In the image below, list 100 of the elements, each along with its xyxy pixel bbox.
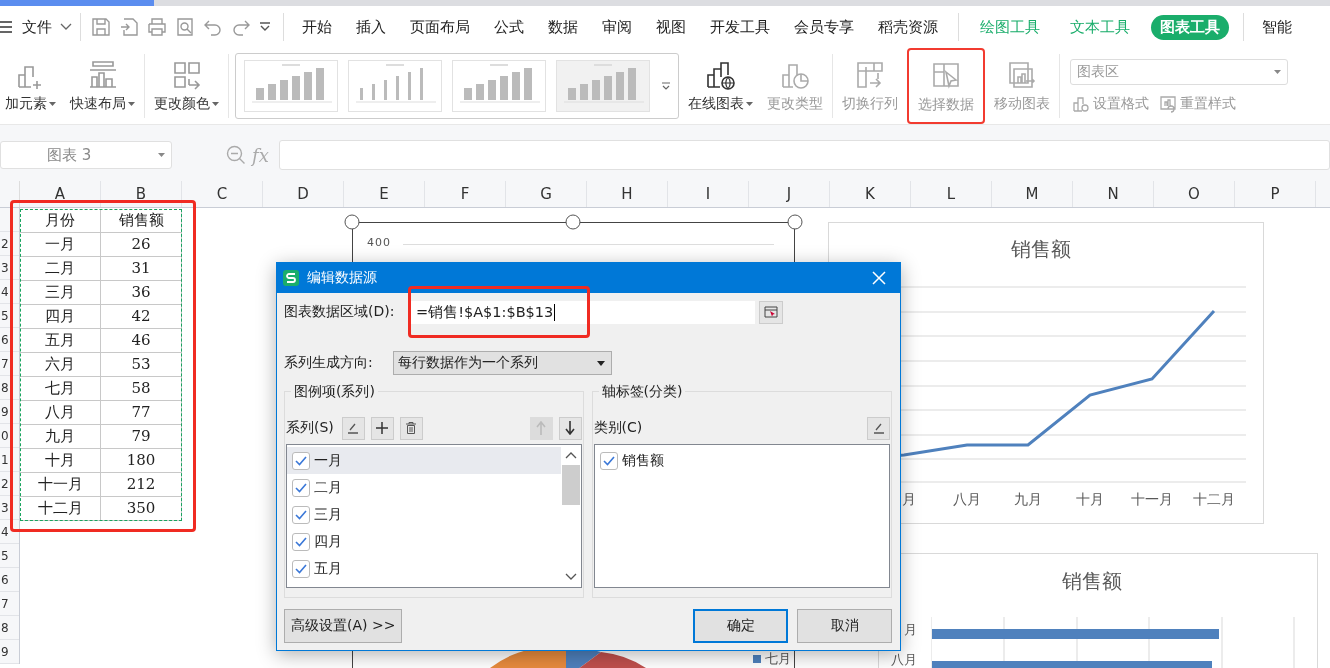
formula-input[interactable] [278,140,1330,170]
ribbon-tab[interactable]: 插入 [347,14,395,40]
table-cell: 七月 [20,377,101,401]
column-header[interactable]: M [992,181,1073,207]
add-button[interactable] [370,416,394,440]
chevron-down-icon[interactable] [60,23,72,31]
column-header[interactable]: H [587,181,668,207]
edit-button[interactable] [867,416,890,440]
close-icon[interactable] [872,271,886,285]
column-header[interactable]: G [506,181,587,207]
chevron-down-icon[interactable] [564,573,577,581]
axis-label: 八月 [952,491,982,509]
ribbon-button[interactable]: 快速布局 [65,53,140,119]
ribbon-tab[interactable]: 数据 [539,14,587,40]
list-item[interactable]: 一月 [287,447,561,474]
list-item[interactable]: 销售额 [594,447,889,474]
resize-handle[interactable] [565,214,581,230]
checkbox[interactable] [292,559,310,578]
ribbon-tab[interactable]: 会员专享 [785,14,863,40]
customize-toolbar-icon[interactable] [259,22,271,32]
ribbon-button[interactable]: 加元素 [0,53,61,119]
column-header[interactable]: I [668,181,749,207]
gallery-more-icon[interactable] [662,82,670,90]
ribbon-tab[interactable]: 智能 [1253,14,1301,40]
group-title: 图例项(系列) [291,383,378,401]
column-header[interactable]: F [425,181,506,207]
column-header[interactable]: O [1154,181,1235,207]
table-cell: 53 [101,353,182,377]
row-header[interactable]: 8 [0,376,19,400]
checkbox[interactable] [292,532,310,551]
chart-style-thumbnail[interactable] [452,60,546,112]
list-item[interactable]: 五月 [287,555,561,582]
column-header[interactable]: N [1073,181,1154,207]
ribbon-tab[interactable]: 视图 [647,14,695,40]
chevron-up-icon[interactable] [564,451,577,459]
move-chart-icon [1006,59,1038,91]
chart-style-thumbnail[interactable] [244,60,338,112]
save-icon[interactable] [91,17,111,37]
column-header[interactable]: J [749,181,830,207]
list-item[interactable]: 二月 [287,474,561,501]
checkbox[interactable] [292,451,310,470]
print-preview-icon[interactable] [175,17,195,37]
list-item-label: 一月 [314,451,342,470]
ribbon-tab[interactable]: 审阅 [593,14,641,40]
chart-style-thumbnail[interactable] [348,60,442,112]
delete-button[interactable] [399,416,423,440]
ribbon-button[interactable]: 在线图表 [683,53,758,119]
move-down-button[interactable] [558,416,582,440]
checkbox[interactable] [292,478,310,497]
column-header[interactable]: B [101,181,182,207]
checkbox[interactable] [599,451,618,470]
ribbon-tab[interactable]: 开发工具 [701,14,779,40]
file-menu[interactable]: 文件 [22,17,52,37]
direction-dropdown[interactable]: 每行数据作为一个系列 [393,351,612,375]
ribbon-tab[interactable]: 开始 [293,14,341,40]
row-header[interactable]: 4 [0,520,19,544]
row-header[interactable]: 3 [0,496,19,520]
ribbon-tab[interactable]: 页面布局 [401,14,479,40]
table-cell: 350 [101,497,182,521]
range-picker-button[interactable] [759,300,783,324]
list-item[interactable]: 三月 [287,501,561,528]
row-header[interactable]: 1 [0,448,19,472]
column-header[interactable]: C [182,181,263,207]
row-header[interactable]: 7 [0,352,19,376]
name-box[interactable]: 图表 3 [0,141,172,169]
row-header[interactable]: 2 [0,232,19,256]
edit-button[interactable] [341,416,365,440]
column-header[interactable]: P [1235,181,1316,207]
row-header[interactable]: 2 [0,472,19,496]
column-header[interactable]: D [263,181,344,207]
row-header[interactable]: 5 [0,544,19,568]
column-header[interactable]: A [20,181,101,207]
resize-handle[interactable] [787,214,803,230]
ribbon-button[interactable]: 更改颜色 [149,53,224,119]
cancel-button[interactable]: 取消 [797,609,892,643]
chart-style-thumbnail[interactable] [556,60,650,112]
row-header[interactable]: 8 [0,616,19,640]
row-header[interactable]: 7 [0,592,19,616]
menu-icon[interactable] [0,20,12,34]
row-header[interactable]: 6 [0,328,19,352]
column-header[interactable]: E [344,181,425,207]
ribbon-tab[interactable]: 稻壳资源 [869,14,947,40]
print-icon[interactable] [147,17,167,37]
export-icon[interactable] [119,17,139,37]
column-header[interactable]: K [830,181,911,207]
row-header[interactable]: 6 [0,568,19,592]
ok-button[interactable]: 确定 [693,609,788,643]
column-header[interactable]: L [911,181,992,207]
row-header[interactable]: 4 [0,280,19,304]
resize-handle[interactable] [344,214,360,230]
row-header[interactable]: 0 [0,424,19,448]
row-header[interactable]: 5 [0,304,19,328]
list-item[interactable]: 四月 [287,528,561,555]
advanced-settings-button[interactable]: 高级设置(A) >> [284,609,403,643]
row-header[interactable]: 3 [0,256,19,280]
range-input[interactable]: =销售!$A$1:$B$13 [408,300,755,324]
checkbox[interactable] [292,505,310,524]
ribbon-tab[interactable]: 公式 [485,14,533,40]
row-header[interactable]: 9 [0,400,19,424]
row-header[interactable]: 9 [0,640,19,664]
